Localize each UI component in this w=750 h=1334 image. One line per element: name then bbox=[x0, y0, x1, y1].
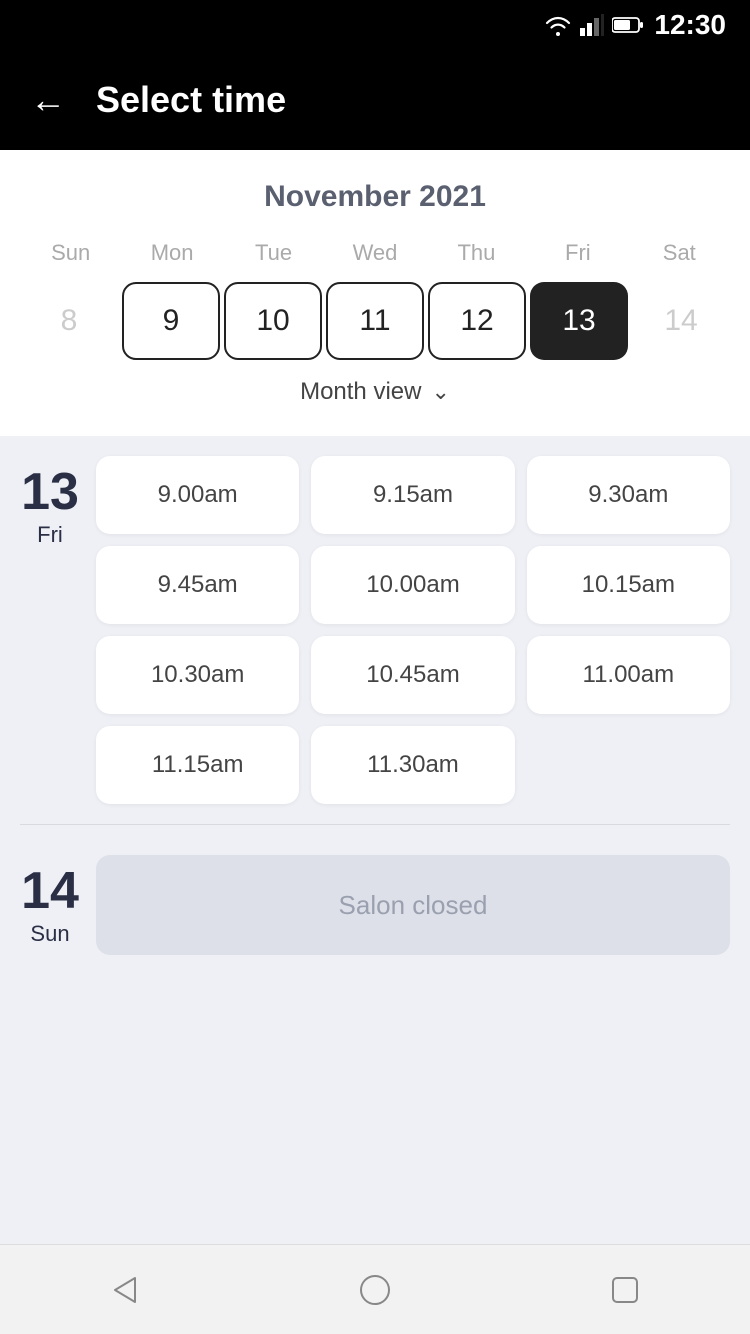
salon-closed-box: Salon closed bbox=[96, 855, 730, 955]
status-time: 12:30 bbox=[654, 9, 726, 41]
time-slot-900am[interactable]: 9.00am bbox=[96, 456, 299, 534]
signal-icon bbox=[580, 14, 604, 36]
time-slot-1030am[interactable]: 10.30am bbox=[96, 636, 299, 714]
weekdays-row: Sun Mon Tue Wed Thu Fri Sat bbox=[20, 234, 730, 272]
day-number-14: 14 bbox=[21, 865, 79, 917]
recent-square-icon bbox=[607, 1272, 643, 1308]
month-view-toggle[interactable]: Month view ⌄ bbox=[20, 364, 730, 426]
time-slot-945am[interactable]: 9.45am bbox=[96, 546, 299, 624]
app-header: ← Select time bbox=[0, 50, 750, 150]
back-triangle-icon bbox=[107, 1272, 143, 1308]
weekday-sun: Sun bbox=[20, 234, 121, 272]
cal-day-12[interactable]: 12 bbox=[428, 282, 526, 360]
status-icons bbox=[544, 14, 644, 36]
time-slot-1000am[interactable]: 10.00am bbox=[311, 546, 514, 624]
cal-day-13[interactable]: 13 bbox=[530, 282, 628, 360]
nav-back-button[interactable] bbox=[95, 1260, 155, 1320]
weekday-sat: Sat bbox=[629, 234, 730, 272]
wifi-icon bbox=[544, 14, 572, 36]
time-slot-1100am[interactable]: 11.00am bbox=[527, 636, 730, 714]
time-grid-13: 9.00am 9.15am 9.30am 9.45am 10.00am 10.1… bbox=[96, 456, 730, 804]
time-slot-1130am[interactable]: 11.30am bbox=[311, 726, 514, 804]
cal-day-10[interactable]: 10 bbox=[224, 282, 322, 360]
weekday-wed: Wed bbox=[324, 234, 425, 272]
time-slot-1115am[interactable]: 11.15am bbox=[96, 726, 299, 804]
time-slot-930am[interactable]: 9.30am bbox=[527, 456, 730, 534]
back-button[interactable]: ← bbox=[30, 82, 66, 118]
day-block-14: 14 Sun Salon closed bbox=[20, 855, 730, 955]
weekday-mon: Mon bbox=[121, 234, 222, 272]
home-circle-icon bbox=[357, 1272, 393, 1308]
time-slot-1015am[interactable]: 10.15am bbox=[527, 546, 730, 624]
day-block-13: 13 Fri 9.00am 9.15am 9.30am 9.45am 10.00… bbox=[20, 456, 730, 804]
slots-section: 13 Fri 9.00am 9.15am 9.30am 9.45am 10.00… bbox=[0, 436, 750, 1244]
cal-day-14[interactable]: 14 bbox=[632, 282, 730, 360]
salon-closed-grid: Salon closed bbox=[96, 855, 730, 955]
bottom-nav bbox=[0, 1244, 750, 1334]
salon-closed-label: Salon closed bbox=[339, 890, 488, 921]
month-label: November 2021 bbox=[20, 180, 730, 214]
weekday-tue: Tue bbox=[223, 234, 324, 272]
weekday-thu: Thu bbox=[426, 234, 527, 272]
day-number-col-13: 13 Fri bbox=[20, 456, 80, 804]
nav-recent-button[interactable] bbox=[595, 1260, 655, 1320]
battery-icon bbox=[612, 16, 644, 34]
nav-home-button[interactable] bbox=[345, 1260, 405, 1320]
day-name-sun: Sun bbox=[30, 921, 69, 947]
calendar-row: 8 9 10 11 12 13 14 bbox=[20, 282, 730, 360]
status-bar: 12:30 bbox=[0, 0, 750, 50]
calendar-section: November 2021 Sun Mon Tue Wed Thu Fri Sa… bbox=[0, 150, 750, 436]
cal-day-11[interactable]: 11 bbox=[326, 282, 424, 360]
cal-day-8[interactable]: 8 bbox=[20, 282, 118, 360]
day-number-col-14: 14 Sun bbox=[20, 855, 80, 955]
time-slot-915am[interactable]: 9.15am bbox=[311, 456, 514, 534]
weekday-fri: Fri bbox=[527, 234, 628, 272]
cal-day-9[interactable]: 9 bbox=[122, 282, 220, 360]
day-number-13: 13 bbox=[21, 466, 79, 518]
month-view-label: Month view bbox=[300, 378, 421, 406]
page-title: Select time bbox=[96, 79, 286, 121]
chevron-down-icon: ⌄ bbox=[431, 379, 449, 405]
divider bbox=[20, 824, 730, 825]
time-slot-1045am[interactable]: 10.45am bbox=[311, 636, 514, 714]
day-name-fri: Fri bbox=[37, 522, 63, 548]
